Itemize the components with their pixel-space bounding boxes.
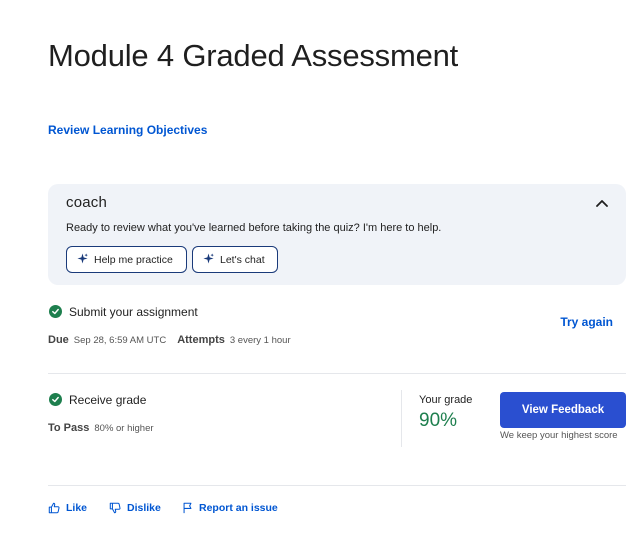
due-label: Due: [48, 334, 69, 346]
collapse-coach-button[interactable]: [592, 194, 612, 212]
view-feedback-button[interactable]: View Feedback: [500, 392, 626, 428]
attempts-value: 3 every 1 hour: [229, 335, 291, 346]
lets-chat-button[interactable]: Let's chat: [192, 246, 278, 273]
coach-logo: coach: [66, 194, 108, 211]
check-circle-icon: [49, 393, 62, 406]
submit-assignment-label: Submit your assignment: [69, 305, 198, 319]
sparkle-icon: [203, 252, 214, 267]
section-divider: [48, 373, 626, 374]
footer-divider: [48, 485, 626, 486]
thumbs-down-icon: [109, 502, 121, 514]
like-button[interactable]: Like: [48, 502, 87, 514]
try-again-link[interactable]: Try again: [560, 315, 613, 329]
vertical-divider: [401, 390, 402, 447]
report-issue-label: Report an issue: [199, 502, 278, 514]
check-circle-icon: [49, 305, 62, 318]
due-value: Sep 28, 6:59 AM UTC: [73, 335, 167, 346]
flag-icon: [182, 502, 193, 514]
your-grade-label: Your grade: [419, 394, 473, 406]
sparkle-icon: [77, 252, 88, 267]
thumbs-up-icon: [48, 502, 60, 514]
attempts-label: Attempts: [177, 334, 225, 346]
coach-panel: coach Ready to review what you've learne…: [48, 184, 626, 285]
page-title: Module 4 Graded Assessment: [48, 38, 459, 73]
pass-meta: To Pass 80% or higher: [48, 422, 154, 434]
help-me-practice-button[interactable]: Help me practice: [66, 246, 187, 273]
highest-score-note: We keep your highest score: [500, 430, 618, 441]
chevron-up-icon: [596, 194, 608, 212]
to-pass-label: To Pass: [48, 422, 90, 434]
like-label: Like: [66, 502, 88, 514]
dislike-label: Dislike: [127, 502, 161, 514]
grade-value: 90%: [419, 410, 458, 431]
dislike-button[interactable]: Dislike: [109, 502, 161, 514]
to-pass-value: 80% or higher: [94, 423, 154, 434]
submission-meta: Due Sep 28, 6:59 AM UTC Attempts 3 every…: [48, 334, 291, 346]
coach-message: Ready to review what you've learned befo…: [66, 222, 442, 234]
receive-grade-label: Receive grade: [69, 393, 147, 407]
review-learning-objectives-link[interactable]: Review Learning Objectives: [48, 123, 207, 137]
help-me-practice-label: Help me practice: [94, 253, 173, 266]
report-issue-button[interactable]: Report an issue: [182, 502, 278, 514]
lets-chat-label: Let's chat: [220, 253, 265, 266]
